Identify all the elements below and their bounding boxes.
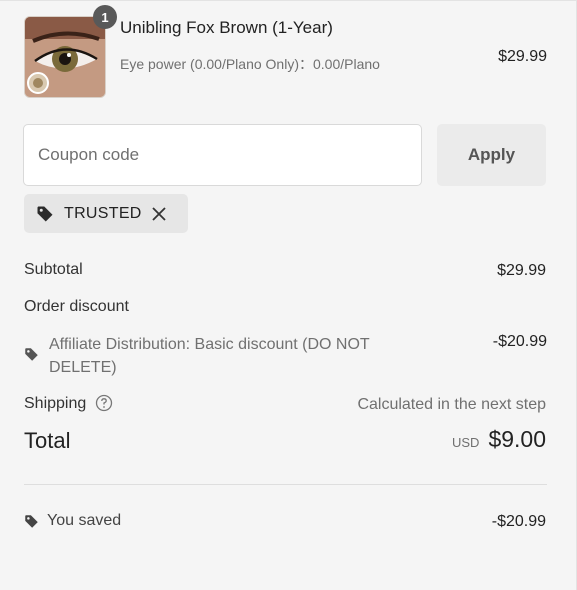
- shipping-label-row: Shipping: [24, 394, 113, 413]
- total-label: Total: [24, 428, 71, 453]
- top-border: [0, 0, 577, 1]
- close-icon[interactable]: [152, 206, 166, 221]
- shipping-value: Calculated in the next step: [357, 396, 546, 413]
- tag-icon: [24, 514, 39, 529]
- discount-value: -$20.99: [492, 333, 547, 350]
- divider: [24, 484, 547, 485]
- applied-coupon-tag: TRUSTED: [24, 194, 188, 233]
- product-thumbnail: [24, 16, 106, 98]
- product-title: Unibling Fox Brown (1-Year): [120, 18, 333, 37]
- tag-icon: [36, 205, 54, 223]
- eye-product-image: [25, 17, 105, 97]
- applied-coupon-code: TRUSTED: [64, 204, 142, 222]
- you-saved-value: -$20.99: [491, 513, 546, 530]
- total-amount: $9.00: [488, 426, 546, 452]
- you-saved-label: You saved: [47, 512, 122, 529]
- coupon-code-input[interactable]: [23, 124, 422, 186]
- total-value-group: USD $9.00: [452, 426, 546, 453]
- cart-line-item: 1 Unibling Fox Brown (1-Year) Eye power …: [24, 5, 547, 100]
- total-currency: USD: [451, 435, 480, 450]
- order-discount-label: Order discount: [24, 298, 129, 315]
- quantity-badge: 1: [93, 5, 117, 29]
- shipping-label: Shipping: [24, 395, 87, 413]
- help-circle-icon[interactable]: [95, 394, 113, 412]
- product-variant: Eye power (0.00/Plano Only)：0.00/Plano: [120, 56, 380, 72]
- you-saved-row: You saved: [24, 512, 121, 530]
- discount-name: Affiliate Distribution: Basic discount (…: [49, 336, 370, 376]
- subtotal-value: $29.99: [497, 262, 546, 279]
- product-price: $29.99: [498, 48, 547, 65]
- tag-icon: [24, 347, 39, 367]
- apply-coupon-button[interactable]: Apply: [437, 124, 546, 186]
- subtotal-label: Subtotal: [24, 261, 83, 278]
- discount-line: Affiliate Distribution: Basic discount (…: [24, 333, 547, 379]
